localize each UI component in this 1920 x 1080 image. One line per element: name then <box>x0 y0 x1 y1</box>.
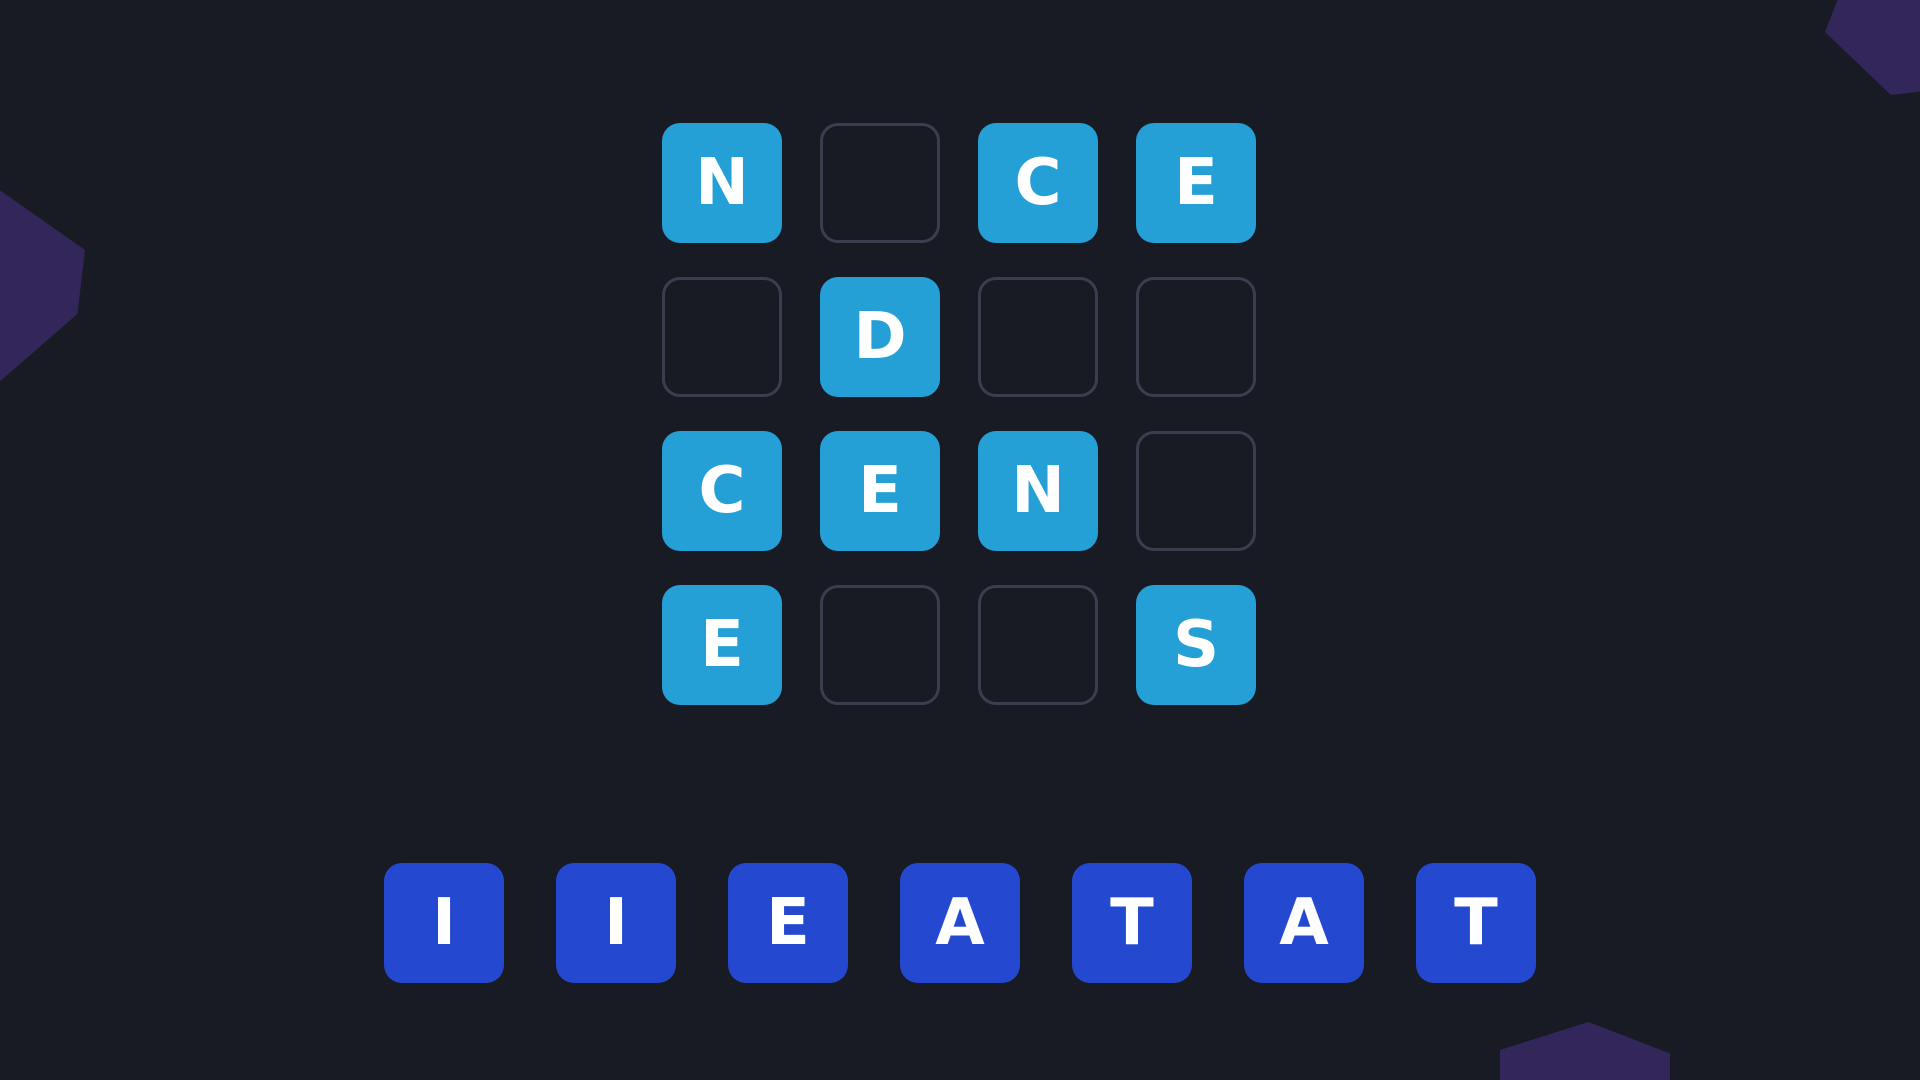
decorative-shape-bottom-right <box>1500 1022 1670 1080</box>
grid-cell-empty[interactable] <box>662 277 782 397</box>
letter-tile[interactable]: T <box>1072 863 1192 983</box>
grid-cell-letter[interactable]: E <box>820 431 940 551</box>
grid-cell-letter[interactable]: E <box>1136 123 1256 243</box>
grid-cell-empty[interactable] <box>1136 431 1256 551</box>
grid-cell-empty[interactable] <box>978 277 1098 397</box>
grid-cell-empty[interactable] <box>820 123 940 243</box>
game-screen: NCEDCENES IIEATAT <box>0 0 1920 1080</box>
grid-cell-letter[interactable]: N <box>662 123 782 243</box>
grid-cell-empty[interactable] <box>978 585 1098 705</box>
letter-tray: IIEATAT <box>384 863 1536 983</box>
grid-cell-letter[interactable]: C <box>978 123 1098 243</box>
decorative-shape-left <box>0 190 85 390</box>
grid-cell-letter[interactable]: S <box>1136 585 1256 705</box>
letter-tile[interactable]: A <box>1244 863 1364 983</box>
decorative-shape-top-right <box>1825 0 1920 95</box>
letter-tile[interactable]: A <box>900 863 1020 983</box>
letter-tile[interactable]: T <box>1416 863 1536 983</box>
grid-cell-empty[interactable] <box>820 585 940 705</box>
letter-tile[interactable]: E <box>728 863 848 983</box>
letter-tile[interactable]: I <box>556 863 676 983</box>
grid-cell-letter[interactable]: N <box>978 431 1098 551</box>
grid-cell-empty[interactable] <box>1136 277 1256 397</box>
grid-cell-letter[interactable]: C <box>662 431 782 551</box>
grid-cell-letter[interactable]: E <box>662 585 782 705</box>
grid-cell-letter[interactable]: D <box>820 277 940 397</box>
letter-tile[interactable]: I <box>384 863 504 983</box>
word-grid: NCEDCENES <box>662 123 1258 706</box>
